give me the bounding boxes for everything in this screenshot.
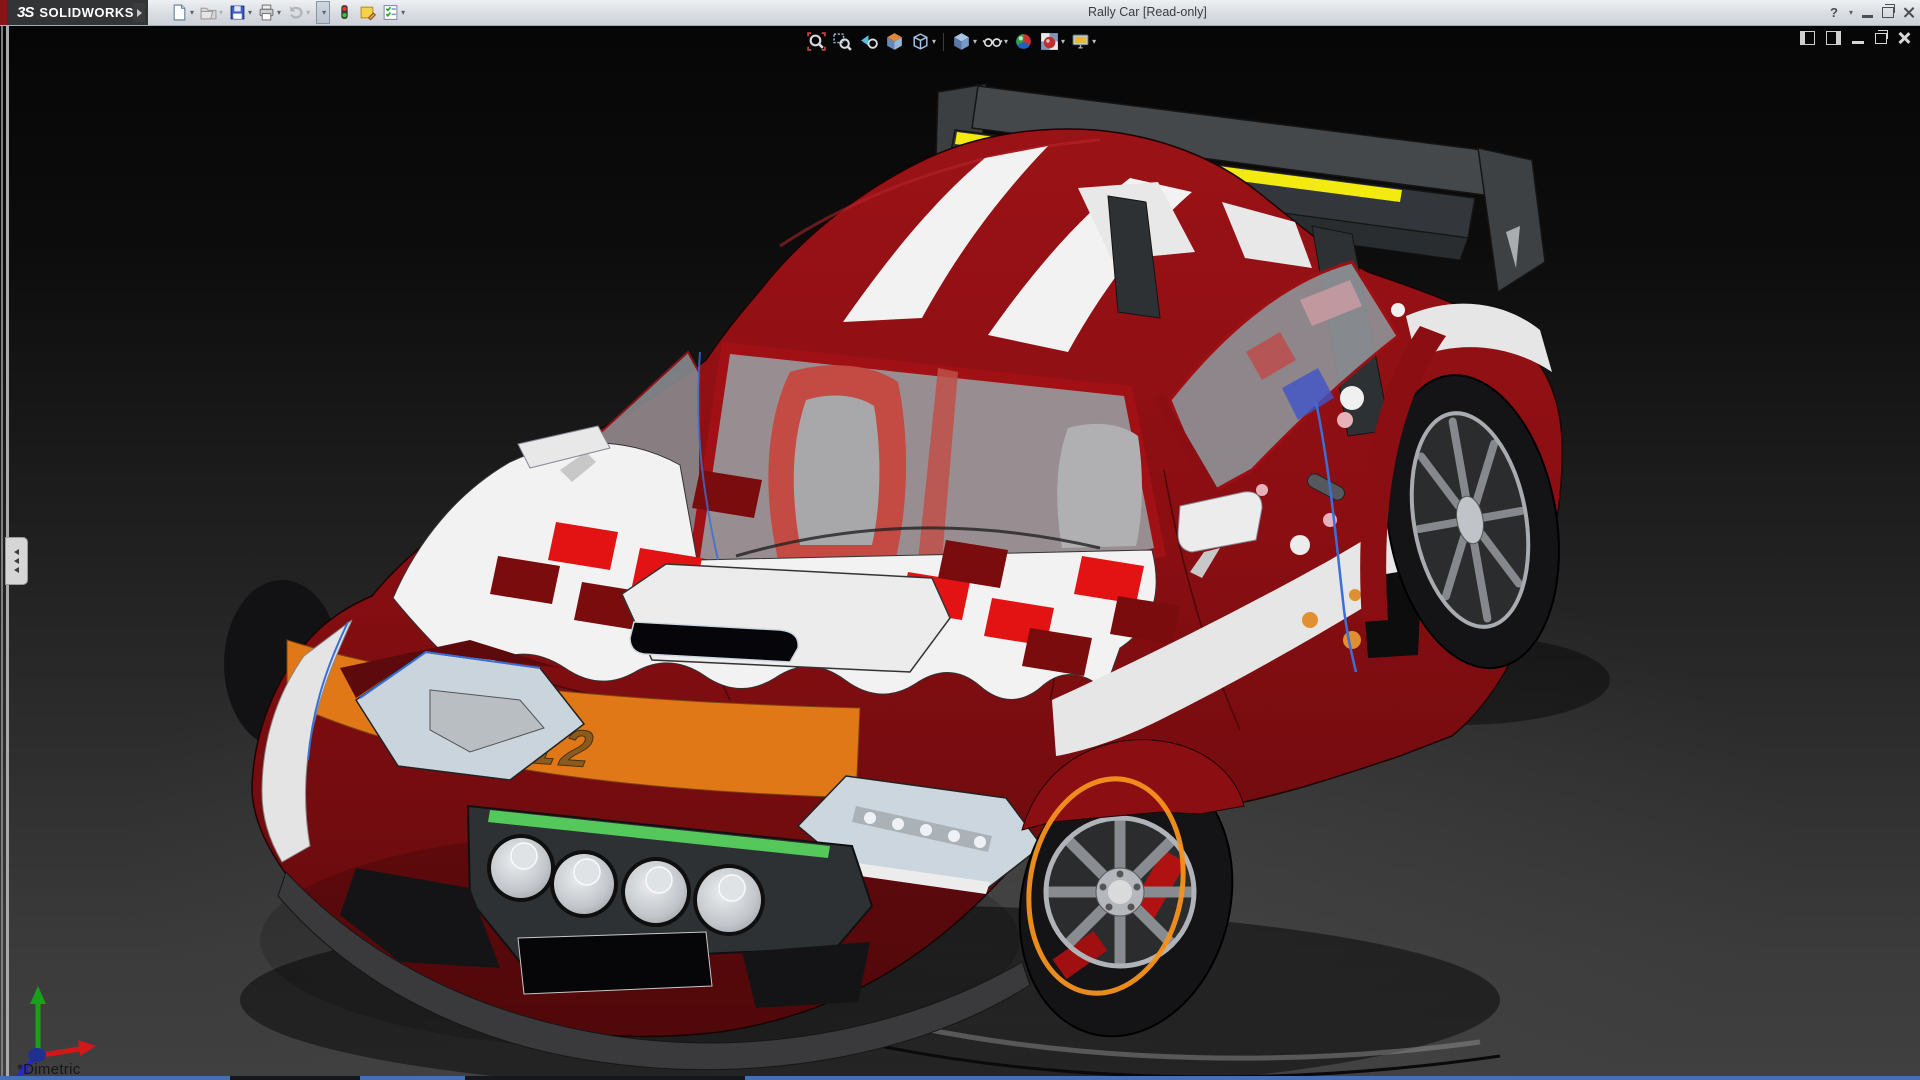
view-settings-button[interactable]: ▾ [1069, 30, 1097, 53]
rebuild-button[interactable] [334, 2, 355, 24]
edit-note-icon [359, 4, 376, 21]
apply-scene-icon [1039, 31, 1060, 52]
chevron-down-icon: ▾ [1092, 37, 1096, 46]
view-orientation-button[interactable]: ▾ [909, 30, 937, 53]
chevron-down-icon[interactable]: ▾ [1849, 8, 1853, 17]
chevron-right-icon [137, 9, 142, 17]
window-edge-accent [0, 0, 7, 25]
chevron-left-icon [14, 558, 19, 564]
section-view-button[interactable] [883, 30, 906, 53]
open-folder-icon [200, 4, 217, 21]
edit-appearance-button[interactable] [1012, 30, 1035, 53]
undo-button[interactable]: ▾ [285, 2, 312, 24]
help-button[interactable]: ? [1830, 5, 1838, 20]
view-settings-icon [1070, 31, 1091, 52]
panel-edge-line [1, 25, 3, 1080]
logo-mark: 3S [17, 4, 33, 21]
view-orientation-icon [910, 31, 931, 52]
new-document-button[interactable]: ▾ [169, 2, 196, 24]
options-list-icon [382, 4, 399, 21]
solidworks-window: 2012 [0, 0, 1920, 1080]
toolbar-separator [943, 33, 944, 51]
print-icon [258, 4, 275, 21]
open-document-button[interactable]: ▾ [198, 2, 225, 24]
front-plate [518, 932, 712, 994]
print-button[interactable]: ▾ [256, 2, 283, 24]
app-logo: 3S SOLIDWORKS [7, 0, 148, 25]
chevron-down-icon: ▾ [322, 8, 326, 17]
options-button[interactable]: ▾ [380, 2, 407, 24]
display-style-icon [951, 31, 972, 52]
pane-right-icon[interactable] [1826, 31, 1841, 45]
graphics-viewport[interactable]: 2012 [0, 25, 1920, 1080]
previous-view-button[interactable] [857, 30, 880, 53]
section-view-icon [884, 31, 905, 52]
chevron-left-icon [14, 549, 19, 555]
main-toolbar: ▾ ▾ ▾ ▾ ▾ ▾ [168, 1, 408, 24]
document-restore-icon[interactable] [1875, 33, 1887, 44]
select-tool-button[interactable]: ▾ [316, 1, 330, 24]
car-model-render[interactable]: 2012 [0, 0, 1920, 1080]
traffic-light-icon [336, 4, 353, 21]
save-icon [229, 4, 246, 21]
hood-scoop [622, 564, 950, 672]
zoom-to-area-icon [832, 31, 853, 52]
previous-view-icon [858, 31, 879, 52]
minimize-icon[interactable] [1862, 15, 1873, 18]
title-bar: 3S SOLIDWORKS ▾ ▾ ▾ ▾ [0, 0, 1920, 26]
close-icon[interactable] [1903, 7, 1914, 18]
feature-tree-flyout-tab[interactable] [5, 537, 28, 585]
taskbar-edge-segment [230, 1076, 360, 1080]
zoom-to-fit-button[interactable] [805, 30, 828, 53]
document-minimize-icon[interactable] [1852, 41, 1864, 44]
taskbar-edge-segment [465, 1076, 745, 1080]
hide-show-items-button[interactable]: ▾ [981, 30, 1009, 53]
save-button[interactable]: ▾ [227, 2, 254, 24]
chevron-down-icon: ▾ [401, 8, 405, 17]
window-controls: ? ▾ [1830, 0, 1914, 25]
zoom-to-area-button[interactable] [831, 30, 854, 53]
chevron-down-icon: ▾ [219, 8, 223, 17]
taskbar-edge [0, 1076, 1920, 1080]
chevron-down-icon: ▾ [932, 37, 936, 46]
new-document-icon [171, 4, 188, 21]
edit-appearance-icon [1013, 31, 1034, 52]
chevron-down-icon: ▾ [973, 37, 977, 46]
chevron-down-icon: ▾ [1061, 37, 1065, 46]
chevron-down-icon: ▾ [277, 8, 281, 17]
edit-color-button[interactable] [357, 2, 378, 24]
document-window-controls [1800, 31, 1910, 45]
undo-icon [287, 4, 304, 21]
hide-show-items-icon [982, 31, 1003, 52]
document-close-icon[interactable] [1898, 32, 1910, 44]
pane-left-icon[interactable] [1800, 31, 1815, 45]
restore-icon[interactable] [1882, 7, 1894, 18]
zoom-to-fit-icon [806, 31, 827, 52]
logo-text: SOLIDWORKS [39, 5, 134, 20]
headsup-view-toolbar: ▾ ▾ ▾ [805, 30, 1097, 53]
apply-scene-button[interactable]: ▾ [1038, 30, 1066, 53]
display-style-button[interactable]: ▾ [950, 30, 978, 53]
chevron-down-icon: ▾ [190, 8, 194, 17]
menu-expand-button[interactable] [133, 3, 145, 22]
chevron-down-icon: ▾ [248, 8, 252, 17]
window-title: Rally Car [Read-only] [1088, 5, 1207, 19]
chevron-down-icon: ▾ [306, 8, 310, 17]
chevron-down-icon: ▾ [1004, 37, 1008, 46]
chevron-left-icon [14, 567, 19, 573]
